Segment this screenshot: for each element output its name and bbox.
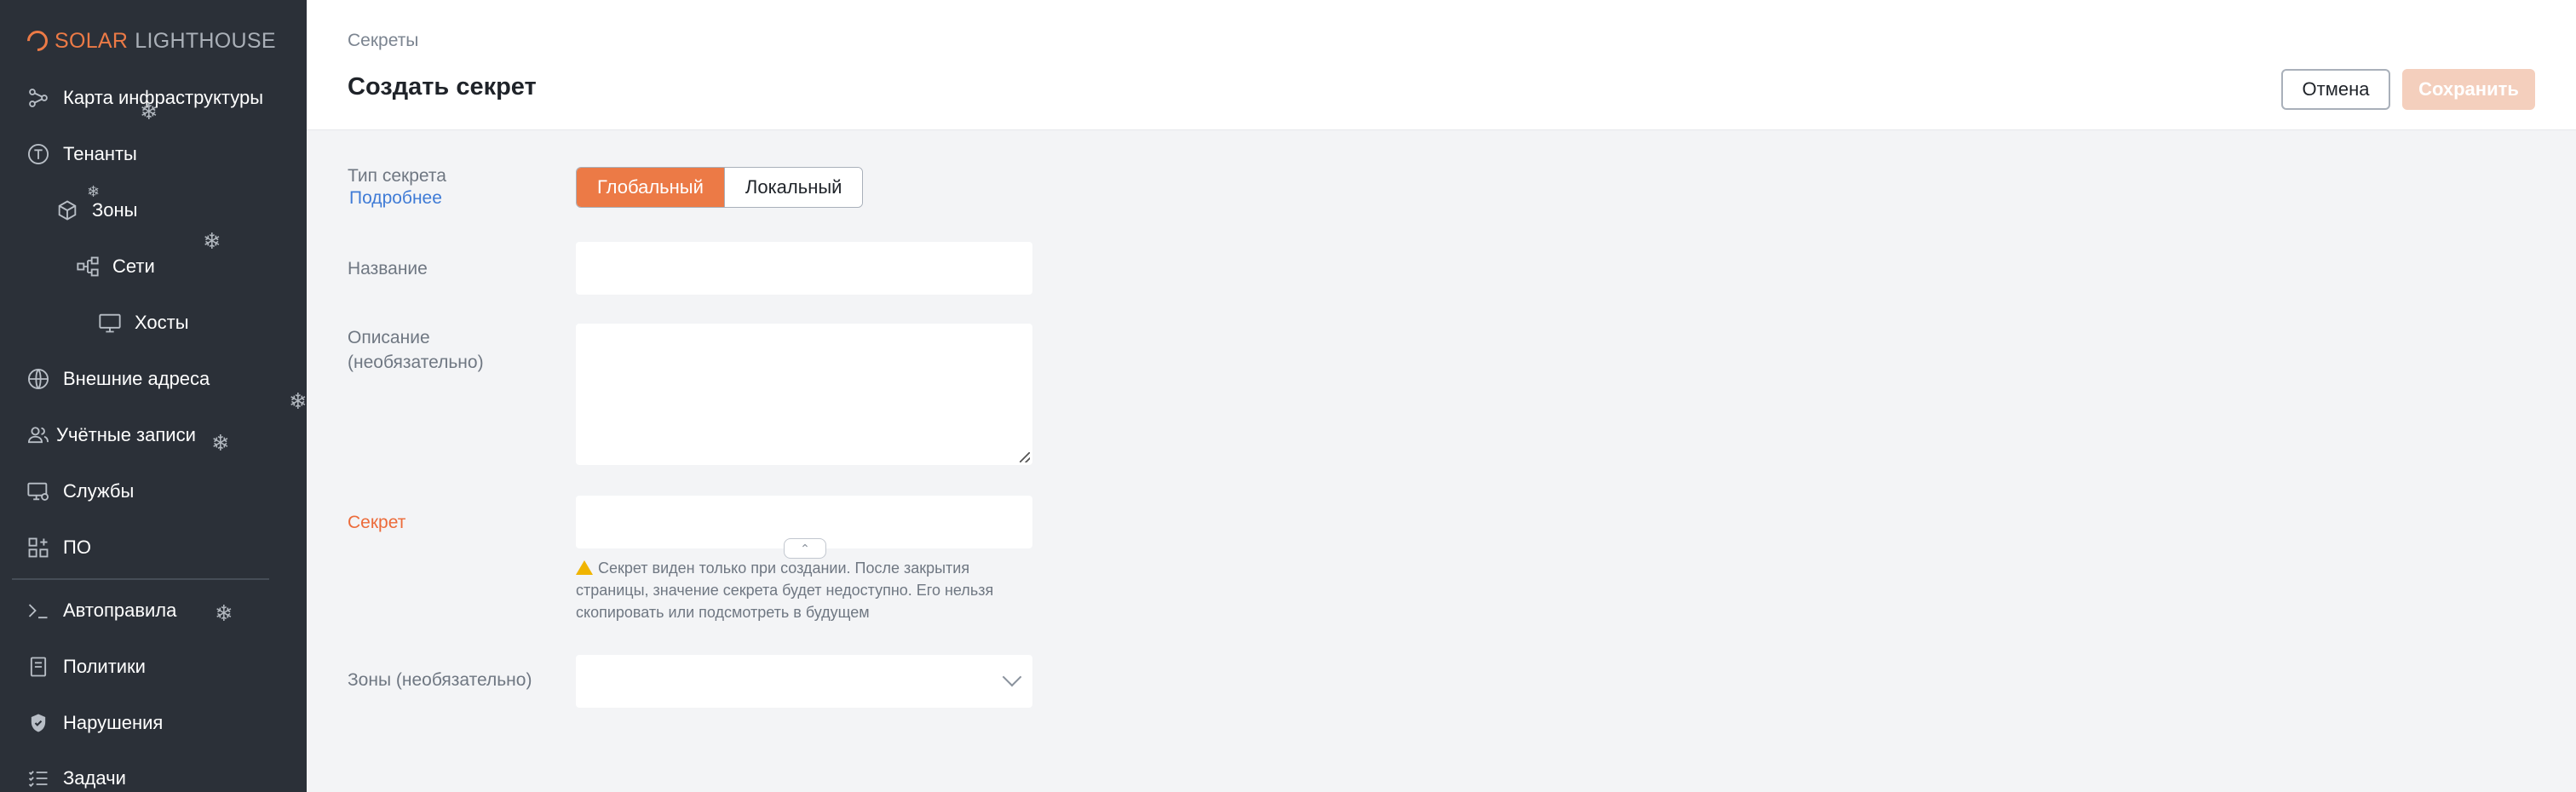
globe-icon	[26, 366, 51, 392]
secret-type-switch: Глобальный Локальный	[576, 167, 864, 208]
snowflake-icon: ❄	[215, 600, 233, 626]
sidebar-item-networks[interactable]: Сети	[75, 250, 155, 284]
description-label-line1: Описание	[348, 328, 430, 347]
sidebar-item-accounts[interactable]: Учётные записи	[26, 418, 196, 452]
save-button[interactable]: Сохранить	[2402, 69, 2535, 110]
sidebar-item-label: Учётные записи	[56, 424, 196, 445]
description-textarea[interactable]	[576, 324, 1032, 465]
terminal-icon	[26, 598, 51, 623]
warning-icon	[576, 560, 593, 575]
sidebar-item-label: Тенанты	[63, 143, 137, 164]
users-icon	[26, 422, 51, 448]
zones-select[interactable]	[576, 655, 1032, 708]
document-icon	[26, 654, 51, 680]
secret-type-local-option[interactable]: Локальный	[723, 168, 863, 207]
description-label-line2: (необязательно)	[348, 353, 484, 372]
sidebar-item-label: Автоправила	[63, 600, 177, 621]
sidebar-item-autorules[interactable]: Автоправила	[26, 594, 176, 628]
secret-hint-text: Секрет виден только при создании. После …	[576, 560, 994, 621]
logo-ring-icon	[23, 26, 52, 55]
sidebar-item-tasks[interactable]: Задачи	[26, 761, 126, 792]
checklist-icon	[26, 766, 51, 791]
breadcrumb[interactable]: Секреты	[348, 31, 418, 51]
sidebar-item-tenants[interactable]: Тенанты	[26, 137, 137, 171]
sidebar-item-violations[interactable]: Нарушения	[26, 706, 163, 740]
sidebar-item-hosts[interactable]: Хосты	[97, 306, 189, 340]
page-header: Секреты Создать секрет Отмена Сохранить	[307, 0, 2576, 130]
secret-type-global-option[interactable]: Глобальный	[577, 168, 724, 207]
sidebar-item-policies[interactable]: Политики	[26, 650, 146, 684]
service-monitor-icon	[26, 479, 51, 504]
shield-icon	[26, 710, 51, 736]
apps-grid-icon	[26, 535, 51, 560]
tenant-t-icon	[26, 141, 51, 167]
sidebar-item-label: Внешние адреса	[63, 368, 210, 389]
sidebar-item-label: Задачи	[63, 767, 126, 789]
snowflake-icon: ❄	[87, 183, 101, 200]
sidebar-item-label: ПО	[63, 537, 91, 558]
name-label: Название	[348, 259, 428, 278]
sidebar-item-services[interactable]: Службы	[26, 474, 134, 508]
sidebar-item-label: Сети	[112, 255, 155, 277]
monitor-icon	[97, 310, 123, 336]
sidebar-item-label: Нарушения	[63, 712, 164, 733]
sidebar-item-software[interactable]: ПО	[26, 531, 91, 565]
description-label: Описание (необязательно)	[348, 325, 484, 375]
network-icon	[75, 254, 101, 279]
name-input[interactable]	[576, 242, 1032, 295]
more-info-link[interactable]: Подробнее	[349, 188, 442, 209]
sidebar-item-label: Карта инфраструктуры	[63, 87, 264, 108]
sidebar-item-external-addresses[interactable]: Внешние адреса	[26, 362, 210, 396]
logo[interactable]: SOLAR LIGHTHOUSE	[23, 26, 276, 55]
snowflake-icon: ❄	[289, 388, 307, 414]
sidebar-divider	[12, 578, 269, 580]
sidebar-item-label: Службы	[63, 480, 135, 502]
snowflake-icon: ❄	[203, 228, 221, 254]
resize-handle-icon[interactable]	[1020, 452, 1030, 462]
cube-icon	[55, 198, 80, 223]
cancel-button[interactable]: Отмена	[2281, 69, 2390, 110]
secret-type-label: Тип секрета	[348, 166, 446, 186]
sidebar-item-label: Хосты	[135, 312, 189, 333]
logo-brand: SOLAR	[55, 28, 129, 53]
share-nodes-icon	[26, 85, 51, 111]
chevron-down-icon	[1002, 667, 1022, 687]
secret-label: Секрет	[348, 513, 406, 532]
sidebar-item-label: Зоны	[92, 199, 138, 221]
snowflake-icon: ❄	[140, 99, 158, 124]
sidebar: SOLAR LIGHTHOUSE Карта инфраструктуры Те…	[0, 0, 307, 792]
snowflake-icon: ❄	[211, 430, 230, 456]
zones-label: Зоны (необязательно)	[348, 670, 532, 690]
show-secret-toggle-icon[interactable]: ⌃	[784, 538, 826, 559]
sidebar-item-label: Политики	[63, 656, 146, 677]
logo-product: LIGHTHOUSE	[135, 28, 276, 53]
secret-hint: Секрет виден только при создании. После …	[576, 557, 1036, 623]
page-title: Создать секрет	[348, 73, 537, 100]
